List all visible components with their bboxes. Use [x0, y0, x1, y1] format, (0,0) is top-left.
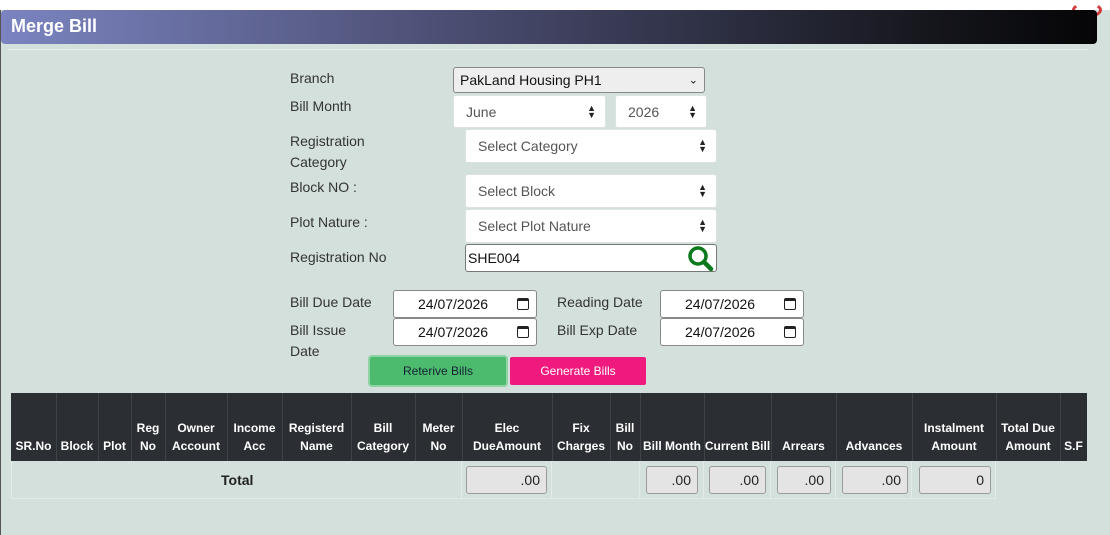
- column-header[interactable]: Elec DueAmount: [462, 419, 552, 455]
- registration-no-input[interactable]: SHE004: [465, 244, 717, 272]
- column-header[interactable]: Bill No: [610, 419, 640, 455]
- generate-bills-button[interactable]: Generate Bills: [510, 357, 646, 385]
- total-label: Total: [221, 472, 254, 488]
- sort-arrows-icon: ▲ ▼: [698, 217, 707, 234]
- retrieve-bills-button[interactable]: Reterive Bills: [370, 357, 506, 385]
- chevron-down-icon: ⌄: [688, 74, 698, 87]
- page-title: Merge Bill: [11, 16, 98, 36]
- reading-date-value: 24/07/2026: [685, 296, 756, 312]
- column-header[interactable]: Advances: [836, 437, 912, 455]
- column-header[interactable]: Bill Month: [640, 437, 704, 455]
- column-header[interactable]: Bill Category: [351, 419, 415, 455]
- bill-month-label: Bill Month: [290, 98, 352, 114]
- column-header[interactable]: Arrears: [771, 437, 836, 455]
- sort-arrows-icon: ▲ ▼: [698, 182, 707, 199]
- branch-select[interactable]: PakLand Housing PH1 ⌄: [453, 67, 705, 93]
- bill-due-date-label: Bill Due Date: [290, 294, 372, 310]
- registration-category-value: Select Category: [478, 138, 578, 154]
- plot-nature-select[interactable]: Select Plot Nature ▲ ▼: [465, 209, 717, 243]
- bill-exp-date-input[interactable]: 24/07/2026: [660, 318, 804, 346]
- sort-arrows-icon: ▲ ▼: [587, 102, 596, 120]
- registration-no-value: SHE004: [468, 250, 521, 266]
- bill-due-date-value: 24/07/2026: [418, 296, 489, 312]
- column-divider: [836, 393, 837, 461]
- bill-issue-date-value: 24/07/2026: [418, 324, 489, 340]
- column-header[interactable]: Registerd Name: [282, 419, 351, 455]
- column-divider: [771, 393, 772, 461]
- calendar-icon[interactable]: [784, 326, 796, 338]
- column-divider: [415, 393, 416, 461]
- bill-exp-date-value: 24/07/2026: [685, 324, 756, 340]
- column-header[interactable]: Owner Account: [165, 419, 227, 455]
- column-header[interactable]: Income Acc: [227, 419, 282, 455]
- column-divider: [552, 393, 553, 461]
- divider: [8, 49, 1088, 50]
- bill-due-date-input[interactable]: 24/07/2026: [393, 290, 537, 318]
- block-value: Select Block: [478, 183, 556, 199]
- column-divider: [227, 393, 228, 461]
- bill-issue-date-label: Bill Issue Date: [290, 322, 347, 359]
- table-cell: [552, 461, 640, 499]
- column-divider: [996, 393, 997, 461]
- branch-label: Branch: [290, 70, 335, 86]
- top-bar: [0, 0, 1110, 10]
- bill-exp-date-label: Bill Exp Date: [557, 322, 638, 338]
- column-header[interactable]: Reg No: [131, 419, 165, 455]
- column-header[interactable]: Block: [56, 437, 98, 455]
- registration-category-label: Registration Category: [290, 133, 365, 170]
- column-divider: [1060, 393, 1061, 461]
- column-divider: [912, 393, 913, 461]
- column-header[interactable]: Plot: [98, 437, 131, 455]
- calendar-icon[interactable]: [517, 298, 529, 310]
- column-header[interactable]: SR.No: [11, 437, 56, 455]
- column-divider: [610, 393, 611, 461]
- total-bill-month-field[interactable]: .00: [646, 466, 698, 494]
- column-header[interactable]: Instalment Amount: [912, 419, 996, 455]
- bill-month-select[interactable]: June ▲ ▼: [453, 95, 606, 128]
- total-instalment-field[interactable]: 0: [919, 466, 991, 494]
- block-select[interactable]: Select Block ▲ ▼: [465, 174, 717, 208]
- sort-arrows-icon: ▲ ▼: [698, 137, 707, 154]
- column-divider: [131, 393, 132, 461]
- calendar-icon[interactable]: [517, 326, 529, 338]
- column-header[interactable]: Fix Charges: [552, 419, 610, 455]
- block-no-label: Block NO :: [290, 179, 357, 195]
- column-divider: [56, 393, 57, 461]
- column-divider: [462, 393, 463, 461]
- bill-year-value: 2026: [628, 103, 660, 120]
- bill-month-value: June: [466, 103, 497, 120]
- branch-value: PakLand Housing PH1: [460, 72, 602, 88]
- column-divider: [98, 393, 99, 461]
- plot-nature-label: Plot Nature :: [290, 214, 368, 230]
- column-divider: [640, 393, 641, 461]
- column-header[interactable]: Meter No: [415, 419, 462, 455]
- registration-category-select[interactable]: Select Category ▲ ▼: [465, 129, 717, 163]
- column-divider: [282, 393, 283, 461]
- calendar-icon[interactable]: [784, 298, 796, 310]
- reading-date-label: Reading Date: [557, 294, 643, 310]
- column-divider: [165, 393, 166, 461]
- total-elec-due-field[interactable]: .00: [466, 466, 547, 494]
- search-icon[interactable]: [686, 244, 714, 272]
- column-header[interactable]: Current Bill: [704, 437, 771, 455]
- table-header: SR.No Block Plot Reg No Owner Account Income …: [11, 393, 1087, 461]
- total-advances-field[interactable]: .00: [842, 466, 908, 494]
- totals-row: Total .00 .00 .00 .00 .00 0: [11, 461, 1087, 499]
- column-header[interactable]: S.F: [1060, 437, 1087, 455]
- plot-nature-value: Select Plot Nature: [478, 218, 591, 234]
- column-divider: [704, 393, 705, 461]
- reading-date-input[interactable]: 24/07/2026: [660, 290, 804, 318]
- page-header: Merge Bill: [1, 10, 1097, 44]
- bill-year-select[interactable]: 2026 ▲ ▼: [615, 95, 707, 128]
- sort-arrows-icon: ▲ ▼: [688, 102, 697, 120]
- column-header[interactable]: Total Due Amount: [996, 419, 1060, 455]
- bill-issue-date-input[interactable]: 24/07/2026: [393, 318, 537, 346]
- total-current-bill-field[interactable]: .00: [709, 466, 766, 494]
- column-divider: [351, 393, 352, 461]
- total-arrears-field[interactable]: .00: [777, 466, 831, 494]
- registration-no-label: Registration No: [290, 249, 387, 265]
